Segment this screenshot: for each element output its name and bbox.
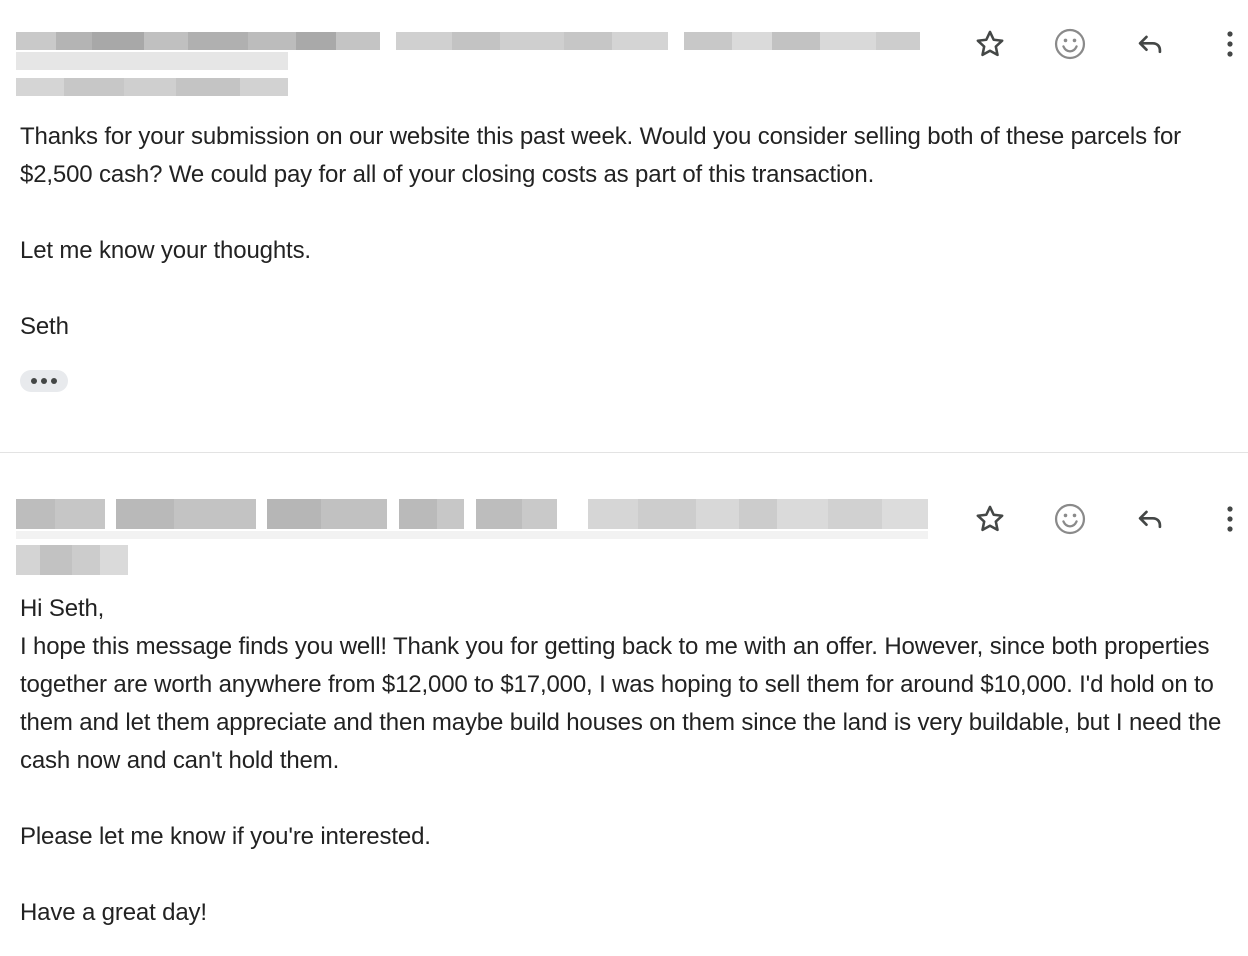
- greeting: Hi Seth,: [20, 595, 105, 622]
- dot-icon: [51, 378, 57, 384]
- emoji-icon: [1054, 503, 1086, 535]
- star-button[interactable]: [968, 497, 1012, 541]
- body-paragraph: Thanks for your submission on our websit…: [20, 123, 1188, 188]
- dot-icon: [31, 378, 37, 384]
- reply-button[interactable]: [1128, 22, 1172, 66]
- star-icon: [976, 30, 1004, 57]
- message-body: Hi Seth, I hope this message finds you w…: [20, 590, 1240, 932]
- star-icon: [976, 505, 1004, 532]
- more-options-button[interactable]: [1208, 22, 1248, 66]
- emoji-icon: [1054, 28, 1086, 60]
- reply-button[interactable]: [1128, 497, 1172, 541]
- dot-icon: [41, 378, 47, 384]
- message-actions: [948, 497, 1248, 541]
- body-paragraph: I hope this message finds you well! Than…: [20, 633, 1228, 774]
- redacted-recipient: [16, 545, 128, 575]
- more-options-button[interactable]: [1208, 497, 1248, 541]
- message-body: Thanks for your submission on our websit…: [20, 118, 1240, 346]
- closing: Have a great day!: [20, 899, 207, 926]
- react-emoji-button[interactable]: [1048, 22, 1092, 66]
- signature: Seth: [20, 313, 69, 340]
- show-trimmed-content-button[interactable]: [20, 370, 68, 392]
- reply-icon: [1138, 510, 1162, 529]
- react-emoji-button[interactable]: [1048, 497, 1092, 541]
- redacted-sender-name: [16, 32, 928, 50]
- more-vert-icon: [1227, 506, 1233, 532]
- message-actions: [948, 22, 1248, 66]
- star-button[interactable]: [968, 22, 1012, 66]
- redacted-sender-name: [16, 499, 929, 529]
- email-message-1: Thanks for your submission on our websit…: [0, 0, 1248, 452]
- redacted-sender-line-2: [16, 531, 928, 539]
- redacted-sender-line-2: [16, 52, 928, 70]
- redacted-recipient: [16, 78, 288, 96]
- body-paragraph: Please let me know if you're interested.: [20, 823, 431, 850]
- body-paragraph: Let me know your thoughts.: [20, 237, 311, 264]
- email-message-2: Hi Seth, I hope this message finds you w…: [0, 453, 1248, 956]
- reply-icon: [1138, 35, 1162, 54]
- message-header: [0, 0, 1248, 110]
- message-header: [0, 453, 1248, 575]
- more-vert-icon: [1227, 31, 1233, 57]
